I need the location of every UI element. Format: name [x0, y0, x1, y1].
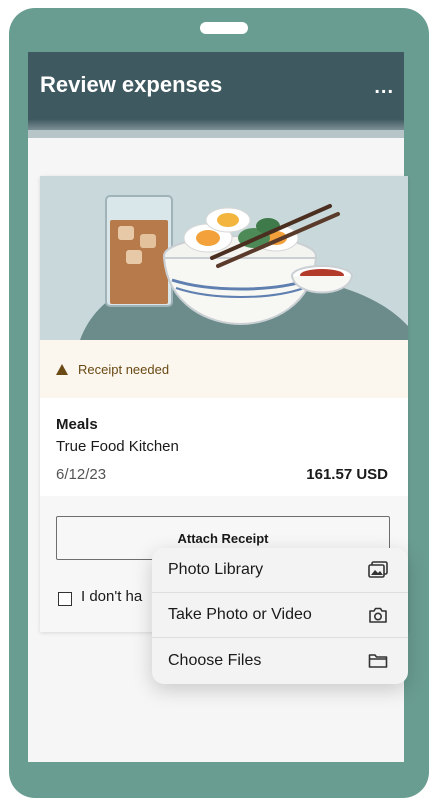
attach-options-menu: Photo Library Take Photo or Video Choose… — [152, 548, 408, 684]
folder-icon — [368, 653, 388, 669]
more-options-button[interactable]: ... — [374, 76, 394, 99]
menu-item-label: Photo Library — [168, 561, 264, 578]
camera-icon — [368, 607, 388, 624]
expense-merchant: True Food Kitchen — [56, 438, 179, 455]
receipt-warning-text: Receipt needed — [78, 361, 170, 377]
no-receipt-checkbox-label[interactable]: I don't ha — [81, 588, 142, 605]
receipt-warning-banner: Receipt needed — [40, 340, 408, 398]
no-receipt-checkbox[interactable] — [58, 592, 72, 606]
menu-item-label: Take Photo or Video — [168, 606, 312, 623]
expense-category: Meals — [56, 416, 98, 433]
warning-icon — [56, 363, 68, 375]
header-divider — [28, 130, 404, 138]
expense-amount: 161.57 USD — [306, 466, 388, 483]
menu-item-photo-library[interactable]: Photo Library — [152, 548, 408, 593]
app-header: Review expenses ... — [28, 52, 404, 138]
page-title: Review expenses — [40, 72, 223, 97]
meal-illustration — [40, 176, 408, 340]
menu-item-take-photo[interactable]: Take Photo or Video — [152, 593, 408, 638]
menu-item-label: Choose Files — [168, 651, 262, 669]
expense-date: 6/12/23 — [56, 466, 107, 483]
photo-library-icon — [368, 561, 388, 579]
menu-item-choose-files[interactable]: Choose Files — [152, 638, 408, 683]
device-notch — [200, 22, 248, 34]
